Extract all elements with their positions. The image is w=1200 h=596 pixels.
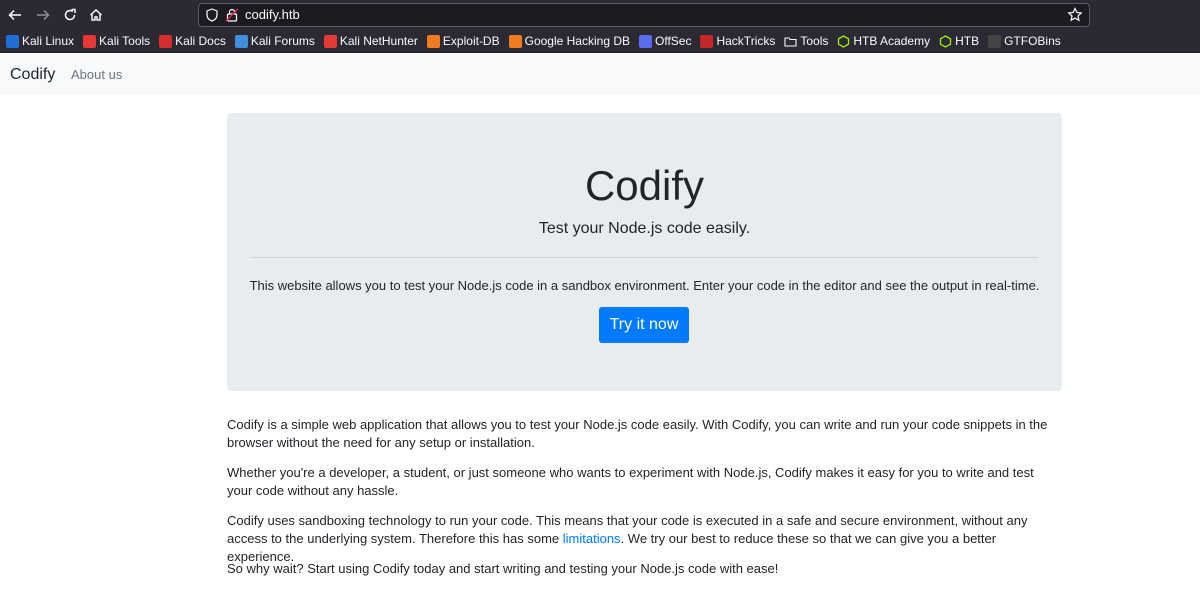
nethunter-icon bbox=[323, 34, 337, 48]
gtfobins-icon bbox=[988, 34, 1002, 48]
shield-icon[interactable] bbox=[205, 8, 219, 22]
navbar-brand[interactable]: Codify bbox=[10, 65, 55, 84]
bookmark-item[interactable]: OffSec bbox=[639, 34, 691, 48]
try-it-now-button[interactable]: Try it now bbox=[599, 307, 689, 343]
bookmark-label: Kali Forums bbox=[250, 34, 315, 48]
bookmark-item[interactable]: HTB Academy bbox=[837, 34, 930, 48]
audience-paragraph: Whether you're a developer, a student, o… bbox=[227, 465, 1034, 498]
site-navbar: Codify About us bbox=[0, 54, 1200, 95]
bookmark-label: Kali Tools bbox=[99, 34, 151, 48]
bookmark-star-icon[interactable] bbox=[1067, 7, 1083, 23]
bookmark-label: Tools bbox=[800, 34, 829, 48]
hacktricks-icon bbox=[700, 34, 714, 48]
hero-description: This website allows you to test your Nod… bbox=[249, 278, 1040, 293]
url-text[interactable]: codify.htb bbox=[245, 7, 300, 23]
exploitdb-icon bbox=[426, 34, 440, 48]
bookmark-label: Kali Linux bbox=[22, 34, 75, 48]
bookmark-label: HackTricks bbox=[716, 34, 776, 48]
url-bar[interactable]: codify.htb bbox=[198, 3, 1090, 27]
bookmark-item[interactable]: GTFOBins bbox=[988, 34, 1061, 48]
bookmarks-bar: Kali Linux Kali Tools Kali Docs Kali Forums… bbox=[0, 30, 1200, 53]
bookmark-item[interactable]: HTB bbox=[939, 34, 979, 48]
forward-icon[interactable] bbox=[33, 5, 53, 25]
reload-icon[interactable] bbox=[60, 5, 80, 25]
bookmark-label: Exploit-DB bbox=[442, 34, 500, 48]
sandbox-paragraph: Codify uses sandboxing technology to run… bbox=[227, 512, 1062, 566]
hero-title: Codify bbox=[584, 162, 705, 209]
browser-toolbar: codify.htb bbox=[0, 0, 1200, 30]
bookmark-label: Kali NetHunter bbox=[339, 34, 418, 48]
bookmark-item[interactable]: HackTricks bbox=[700, 34, 775, 48]
insecure-lock-icon[interactable] bbox=[225, 8, 239, 22]
bookmark-item[interactable]: Kali Tools bbox=[83, 34, 150, 48]
bookmark-label: Kali Docs bbox=[175, 34, 226, 48]
bookmark-item[interactable]: Kali Linux bbox=[6, 34, 74, 48]
htb-academy-icon bbox=[837, 34, 850, 48]
home-icon[interactable] bbox=[86, 5, 106, 25]
kali-forums-icon bbox=[234, 34, 248, 48]
kali-docs-icon bbox=[159, 34, 173, 48]
back-icon[interactable] bbox=[5, 5, 25, 25]
bookmark-item[interactable]: Kali Docs bbox=[159, 34, 226, 48]
bookmark-label: HTB bbox=[955, 34, 980, 48]
hero-lead: Test your Node.js code easily. bbox=[538, 220, 751, 237]
ghdb-icon bbox=[508, 34, 522, 48]
hero-divider bbox=[251, 257, 1038, 258]
bookmark-item[interactable]: Kali Forums bbox=[234, 34, 315, 48]
bookmark-item[interactable]: Google Hacking DB bbox=[508, 34, 630, 48]
folder-icon bbox=[784, 35, 797, 48]
bookmark-label: GTFOBins bbox=[1004, 34, 1061, 48]
bookmark-item[interactable]: Kali NetHunter bbox=[323, 34, 418, 48]
intro-paragraph: Codify is a simple web application that … bbox=[227, 417, 1048, 450]
htb-icon bbox=[939, 34, 952, 48]
hero-jumbotron: Codify Test your Node.js code easily. Th… bbox=[227, 113, 1062, 391]
nav-link-about[interactable]: About us bbox=[71, 67, 122, 83]
bookmark-item[interactable]: Exploit-DB bbox=[426, 34, 500, 48]
limitations-link[interactable]: limitations bbox=[563, 531, 621, 546]
bookmark-label: Google Hacking DB bbox=[524, 34, 630, 48]
kali-icon bbox=[6, 34, 19, 48]
kali-tools-icon bbox=[83, 34, 97, 48]
call-to-action-paragraph: So why wait? Start using Codify today an… bbox=[227, 561, 779, 576]
bookmark-label: OffSec bbox=[655, 34, 692, 48]
bookmark-label: HTB Academy bbox=[853, 34, 931, 48]
bookmark-item[interactable]: Tools bbox=[784, 34, 828, 48]
offsec-icon bbox=[639, 34, 652, 48]
